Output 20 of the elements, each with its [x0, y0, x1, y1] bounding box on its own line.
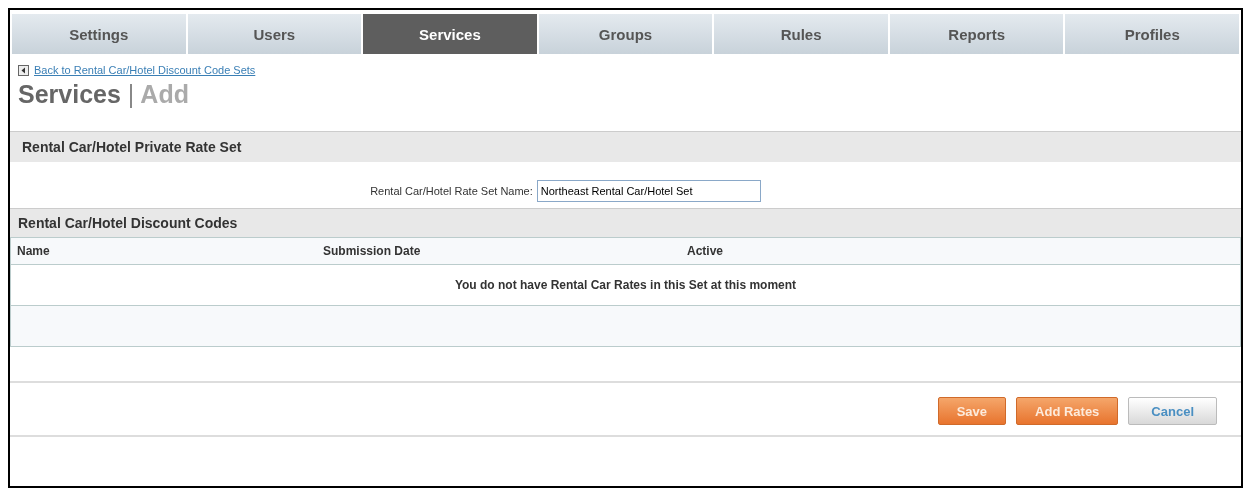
nav-tab[interactable]: Users	[187, 14, 362, 54]
column-header: Submission Date	[323, 244, 422, 258]
back-link[interactable]: Back to Rental Car/Hotel Discount Code Sets	[34, 64, 256, 76]
title-separator: |	[127, 80, 135, 108]
page-subtitle: Add	[140, 80, 189, 108]
nav-tab[interactable]: Groups	[538, 14, 713, 54]
empty-message: You do not have Rental Car Rates in this Set at this moment	[11, 265, 1240, 306]
field-label: Rental Car/Hotel Rate Set Name:	[370, 185, 533, 197]
nav-tab[interactable]: Settings	[12, 14, 186, 54]
rate-set-name-field[interactable]: Northeast Rental Car/Hotel Set	[536, 180, 761, 202]
section-header: Rental Car/Hotel Discount Codes	[10, 208, 1241, 237]
nav-tab[interactable]: Reports	[889, 14, 1064, 54]
column-header: Name	[17, 244, 51, 258]
cancel-button[interactable]: Cancel	[1128, 397, 1217, 425]
nav-tab[interactable]: Services	[363, 14, 537, 54]
section-header: Rental Car/Hotel Private Rate Set	[10, 131, 1241, 162]
column-header: Active	[687, 244, 725, 258]
nav-tab[interactable]: Profiles	[1065, 14, 1240, 54]
page-title: Services	[18, 80, 121, 108]
nav-tab[interactable]: Rules	[714, 14, 888, 54]
